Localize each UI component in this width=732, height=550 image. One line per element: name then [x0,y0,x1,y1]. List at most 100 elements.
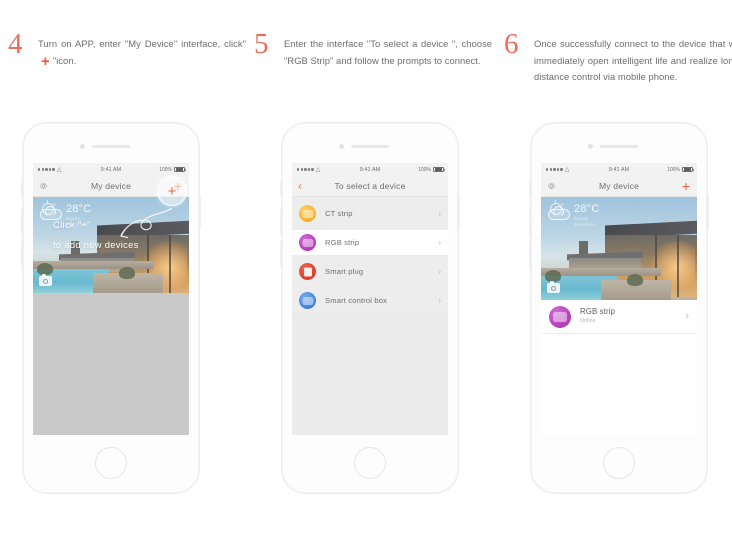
step-4-text-before: Turn on APP, enter "My Device" interface… [38,38,246,49]
house-pillar [169,235,171,293]
weather-temperature: 28°C [66,203,92,215]
callout-add-device: Click "+" to add new devices [53,215,139,255]
nav-bar: My device + [541,176,697,197]
list-item-smart-control-box[interactable]: Smart control box › [292,288,448,313]
hero-photo: 28°C Sunny Shenzhen [541,197,697,300]
shrub [119,267,135,279]
step-4-text-after: "icon. [52,54,77,66]
earpiece-speaker [351,145,389,148]
house-pillar [677,235,679,297]
device-name: CT strip [325,209,353,218]
device-name: RGB strip [325,238,360,247]
signal-dots-icon [38,168,55,171]
add-device-button[interactable]: + [682,179,690,193]
battery-icon [433,166,446,173]
shrub [37,263,53,275]
camera-icon[interactable] [39,274,52,286]
back-button[interactable]: ‹ [298,180,302,192]
phone-mockup-step-4: △ 9:41 AM 100% My device 28°C Sunny Shen… [21,122,201,494]
mute-switch[interactable] [280,181,283,196]
mute-switch[interactable] [21,181,24,196]
device-selection-list: CT strip › RGB strip › Smart plug › Smar… [292,197,448,435]
battery-percent: 100% [418,166,431,173]
device-name: Smart control box [325,296,388,305]
power-button[interactable] [198,195,201,229]
step-4-header: 4 Turn on APP, enter "My Device" interfa… [8,30,246,88]
step-6-number: 6 [504,28,519,60]
weather-icon [548,200,572,223]
nav-title: My device [90,181,132,191]
volume-down-button[interactable] [280,241,283,267]
callout-line-2: to add new devices [53,239,139,250]
device-list-empty-space [541,334,697,435]
chevron-right-icon: › [438,208,441,218]
volume-up-button[interactable] [21,209,24,235]
step-4-number: 4 [8,28,23,60]
phone-3-screen: △ 9:41 AM 100% My device + 28°C Sunny Sh… [541,163,697,435]
page-root: 4 Turn on APP, enter "My Device" interfa… [0,0,732,550]
status-bar-time: 9:41 AM [359,166,381,173]
status-bar: △ 9:41 AM 100% [292,163,448,176]
status-bar-left: △ [297,167,320,173]
ct-strip-icon [299,205,316,222]
plus-icon: + [681,178,690,194]
list-item-rgb-strip[interactable]: RGB strip › [292,230,448,255]
status-bar: △ 9:41 AM 100% [541,163,697,176]
highlighted-add-button[interactable]: + [157,176,187,206]
volume-down-button[interactable] [529,241,532,267]
nav-bar: ‹ To select a device [292,176,448,197]
wifi-icon: △ [56,166,62,173]
battery-icon [682,166,695,173]
status-bar-time: 9:41 AM [608,166,630,173]
status-bar-right: 100% [418,166,446,173]
phone-2-screen: △ 9:41 AM 100% ‹ To select a device CT s… [292,163,448,435]
battery-percent: 100% [667,166,680,173]
volume-up-button[interactable] [280,209,283,235]
shrub [627,274,643,286]
status-bar-left: △ [38,167,61,173]
earpiece-speaker [600,145,638,148]
nav-title: To select a device [334,181,406,191]
home-button[interactable] [603,447,635,479]
list-item-smart-plug[interactable]: Smart plug › [292,259,448,284]
power-button[interactable] [457,195,460,229]
device-card-rgb-strip[interactable]: RGB strip Online › [541,300,697,334]
step-4-text: Turn on APP, enter "My Device" interface… [38,36,246,69]
step-column-6: 6 Once successfully connect to the devic… [504,30,732,88]
weather-city: Shenzhen [574,222,596,227]
nav-title: My device [598,181,640,191]
status-bar-right: 100% [667,166,695,173]
chevron-right-icon: › [438,237,441,247]
chevron-right-icon: › [438,295,441,305]
device-card-text: RGB strip Online [580,307,685,326]
hero-photo: 28°C Sunny Shenzhen Click "+" to add new… [33,197,189,293]
home-button[interactable] [354,447,386,479]
smart-control-box-icon [299,292,316,309]
shrub [545,270,561,282]
step-5-header: 5 Enter the interface "To select a devic… [254,30,492,88]
gear-icon[interactable] [39,182,48,191]
camera-icon[interactable] [547,281,560,293]
plus-icon: + [41,52,50,70]
wifi-icon: △ [315,166,321,173]
wifi-icon: △ [564,166,570,173]
volume-up-button[interactable] [529,209,532,235]
step-5-text: Enter the interface "To select a device … [284,38,492,66]
step-6-header: 6 Once successfully connect to the devic… [504,30,732,88]
volume-down-button[interactable] [21,241,24,267]
cloud-icon [548,206,570,220]
gear-icon[interactable] [547,182,556,191]
list-item-ct-strip[interactable]: CT strip › [292,201,448,226]
mute-switch[interactable] [529,181,532,196]
step-5-number: 5 [254,28,269,60]
device-name: Smart plug [325,267,364,276]
home-button[interactable] [95,447,127,479]
step-6-text: Once successfully connect to the device … [534,38,732,83]
gear-icon-svg [40,182,47,190]
power-button[interactable] [706,195,709,229]
status-bar: △ 9:41 AM 100% [33,163,189,176]
weather-temperature: 28°C [574,203,600,215]
weather-widget: 28°C Sunny Shenzhen [548,200,600,227]
signal-dots-icon [546,168,563,171]
smart-plug-icon [299,263,316,280]
